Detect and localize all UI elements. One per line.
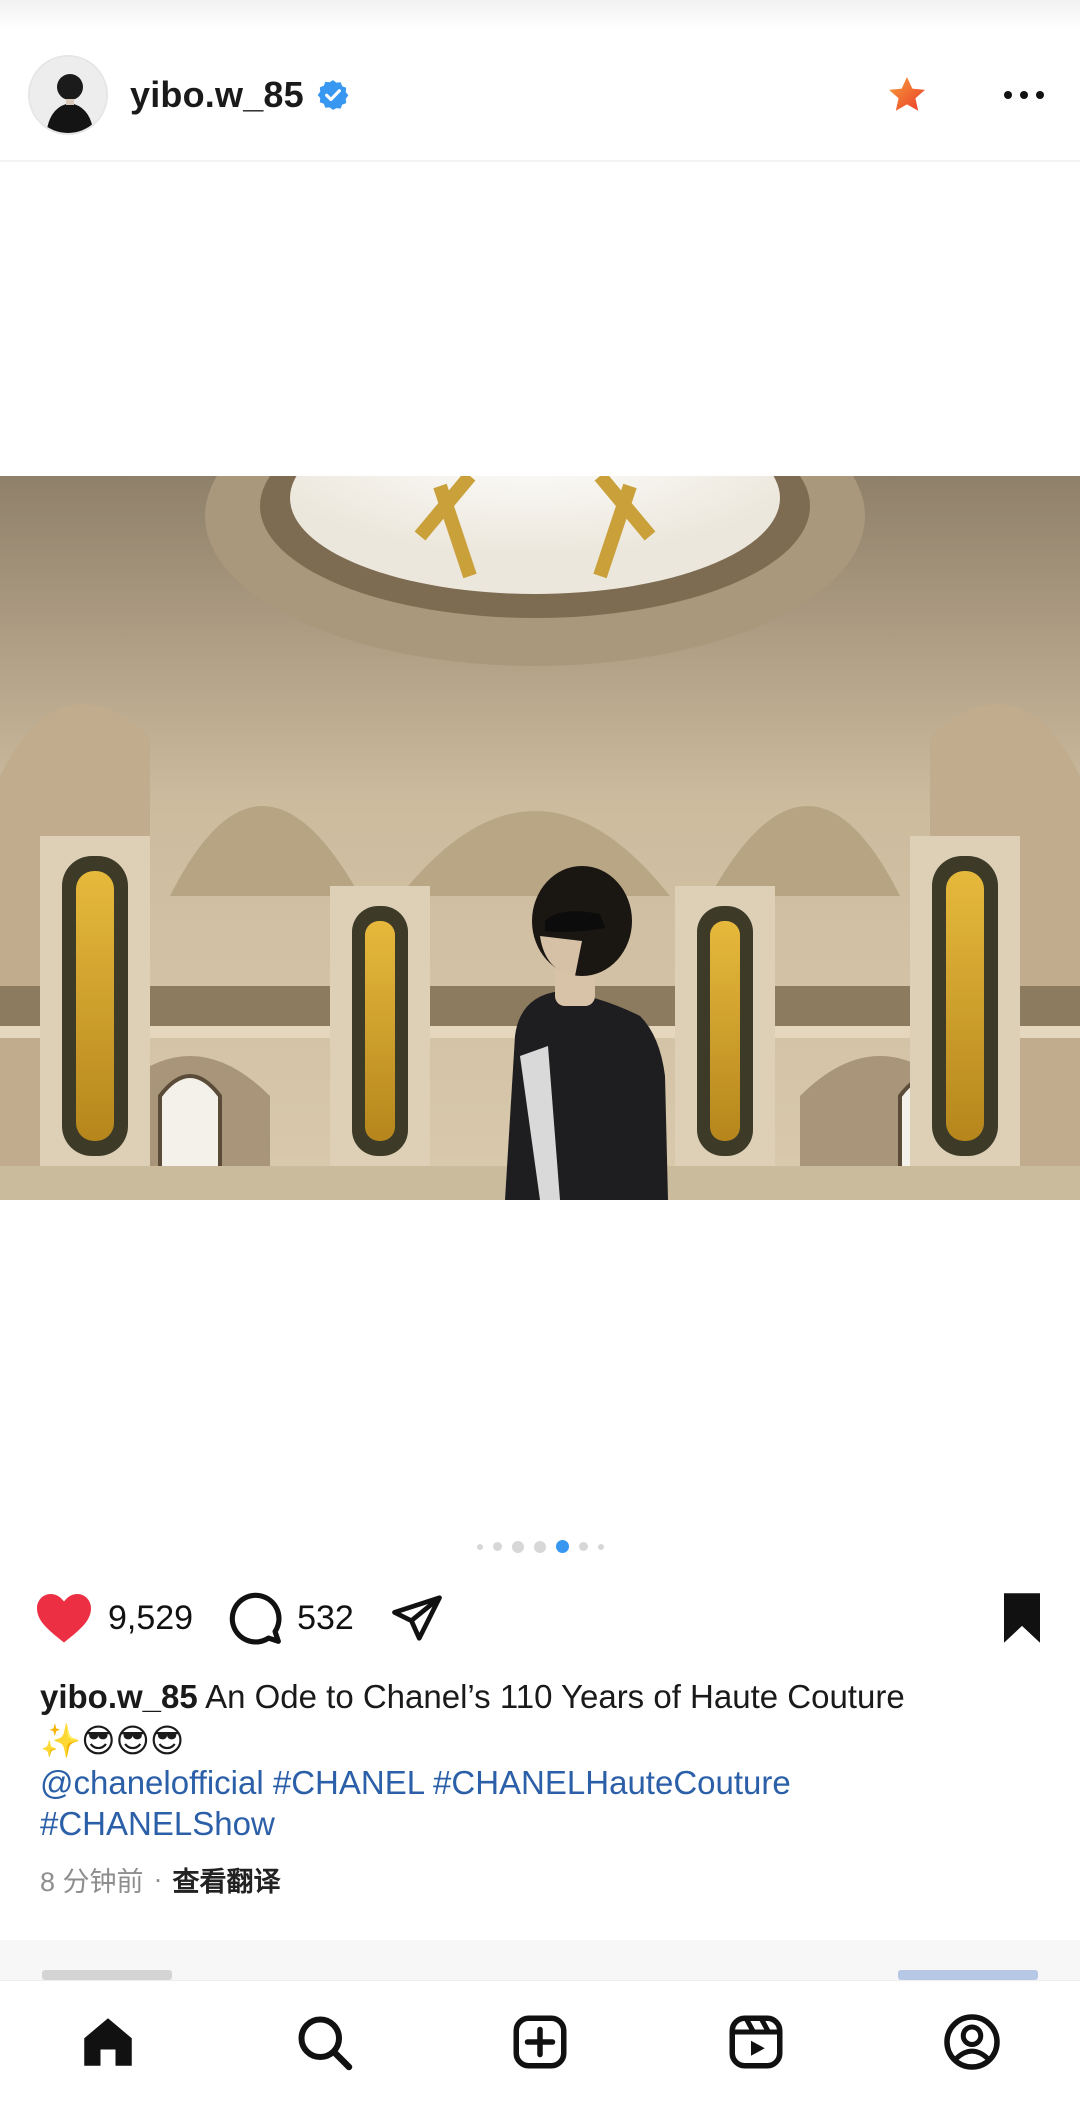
carousel-dot [492, 1542, 502, 1551]
carousel-dot [533, 1540, 546, 1553]
carousel-dot [597, 1543, 604, 1550]
carousel-dot [578, 1542, 588, 1551]
bottom-tab-bar [0, 1980, 1080, 2113]
post-caption: yibo.w_85 An Ode to Chanel’s 110 Years o… [40, 1676, 1040, 1764]
post-meta: 8 分钟前 · 查看翻译 [40, 1860, 281, 1899]
post-timestamp: 8 分钟前 [40, 1867, 144, 1897]
post-photo[interactable] [0, 476, 1080, 1200]
hashtag-link[interactable]: #CHANELShow [40, 1805, 275, 1842]
carousel-indicator [0, 1540, 1080, 1553]
like-heart-icon[interactable] [34, 1591, 94, 1645]
carousel-dot [511, 1540, 524, 1553]
home-icon[interactable] [68, 2002, 148, 2082]
favorite-star-icon[interactable] [882, 70, 932, 120]
comment-count[interactable]: 532 [297, 1599, 354, 1638]
caption-username[interactable]: yibo.w_85 [40, 1678, 198, 1715]
hashtag-link[interactable]: #CHANEL [273, 1764, 424, 1801]
avatar[interactable] [28, 55, 108, 135]
caption-text: An Ode to Chanel’s 110 Years of Haute Co… [197, 1678, 905, 1715]
post-header: yibo.w_85 [0, 30, 1080, 162]
comment-icon[interactable] [227, 1590, 283, 1646]
like-count[interactable]: 9,529 [108, 1599, 193, 1638]
search-icon[interactable] [284, 2002, 364, 2082]
meta-separator: · [153, 1864, 163, 1894]
share-group [388, 1591, 446, 1645]
caption-tags: @chanelofficial #CHANEL #CHANELHauteCout… [40, 1762, 1040, 1844]
next-post-preview [0, 1940, 1080, 1980]
carousel-dot [476, 1543, 483, 1550]
see-translation-link[interactable]: 查看翻译 [173, 1860, 281, 1899]
comment-group: 532 [227, 1590, 354, 1646]
reels-icon[interactable] [716, 2002, 796, 2082]
caption-emojis: ✨😎😎😎 [40, 1722, 185, 1759]
carousel-dot-active [555, 1540, 569, 1553]
hashtag-link[interactable]: #CHANELHauteCouture [433, 1764, 791, 1801]
more-options-icon[interactable] [996, 75, 1052, 115]
save-bookmark-icon[interactable] [998, 1591, 1046, 1645]
cut-off-text [42, 1970, 172, 1980]
mention-link[interactable]: @chanelofficial [40, 1764, 264, 1801]
share-send-icon[interactable] [388, 1591, 446, 1645]
create-icon[interactable] [500, 2002, 580, 2082]
cut-off-link [898, 1970, 1038, 1980]
like-group: 9,529 [34, 1591, 193, 1645]
profile-icon[interactable] [932, 2002, 1012, 2082]
status-area [0, 0, 1080, 30]
post-username[interactable]: yibo.w_85 [130, 74, 304, 116]
action-bar: 9,529 532 [34, 1588, 1046, 1648]
verified-badge-icon [317, 80, 349, 110]
